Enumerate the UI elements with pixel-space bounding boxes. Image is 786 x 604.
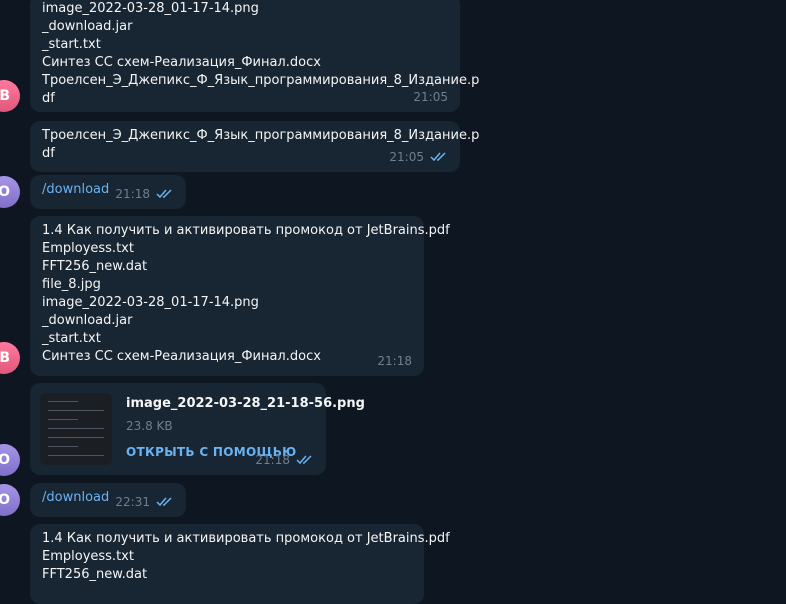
message-time: 21:18 <box>377 354 412 368</box>
message-bubble[interactable]: 1.4 Как получить и активировать промокод… <box>30 216 450 376</box>
message-bubble[interactable]: /download 22:31 <box>30 483 186 517</box>
message-time: 21:18 <box>255 451 314 469</box>
bot-command-link[interactable]: /download <box>42 490 109 505</box>
avatar[interactable]: O <box>0 484 20 516</box>
avatar[interactable]: B <box>0 342 20 374</box>
file-size: 23.8 KB <box>126 419 173 433</box>
message-bubble[interactable]: image_2022-03-28_01-17-14.png _download.… <box>30 0 480 112</box>
message-text: image_2022-03-28_01-17-14.png _download.… <box>42 1 480 106</box>
message-bubble[interactable]: /download 21:18 <box>30 175 186 209</box>
file-message[interactable]: image_2022-03-28_21-18-56.png 23.8 KB ОТ… <box>30 383 365 475</box>
message-time: 21:05 <box>389 148 448 166</box>
avatar[interactable]: O <box>0 176 20 208</box>
read-check-icon <box>430 152 446 162</box>
message-bubble[interactable]: 1.4 Как получить и активировать промокод… <box>30 524 450 604</box>
message-text: 1.4 Как получить и активировать промокод… <box>42 531 450 582</box>
read-check-icon <box>156 189 172 199</box>
message-time: 22:31 <box>115 493 174 511</box>
read-check-icon <box>156 497 172 507</box>
bot-command-link[interactable]: /download <box>42 182 109 197</box>
avatar[interactable]: O <box>0 444 20 476</box>
message-bubble[interactable]: Троелсен_Э_Джепикс_Ф_Язык_программирован… <box>30 121 480 172</box>
file-thumbnail[interactable] <box>40 393 112 465</box>
read-check-icon <box>296 455 312 465</box>
avatar[interactable]: B <box>0 80 20 112</box>
message-text: 1.4 Как получить и активировать промокод… <box>42 223 450 364</box>
message-time: 21:18 <box>115 185 174 203</box>
message-text: Троелсен_Э_Джепикс_Ф_Язык_программирован… <box>42 128 480 161</box>
file-name[interactable]: image_2022-03-28_21-18-56.png <box>126 395 365 413</box>
message-time: 21:05 <box>413 90 448 104</box>
